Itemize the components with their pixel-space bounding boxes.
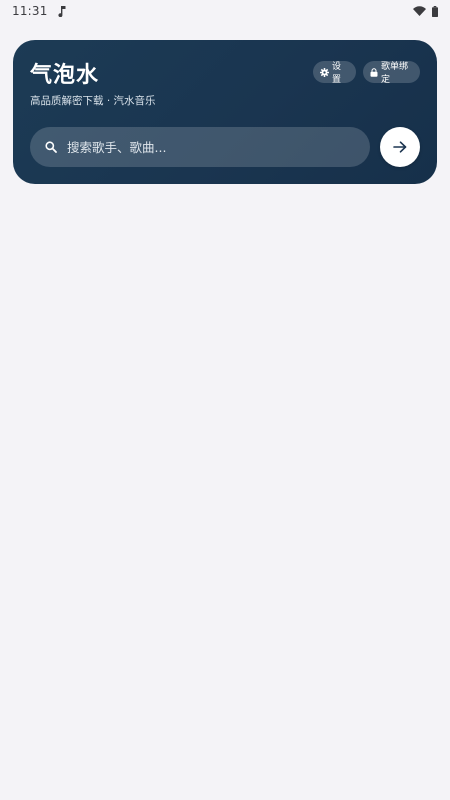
lock-icon bbox=[370, 67, 378, 77]
search-input[interactable] bbox=[67, 132, 347, 162]
arrow-right-icon bbox=[393, 141, 407, 153]
search-icon bbox=[45, 141, 57, 153]
status-time: 11:31 bbox=[12, 4, 48, 18]
search-go-button[interactable] bbox=[380, 127, 420, 167]
status-right bbox=[413, 5, 438, 17]
playlist-bind-label: 歌单绑定 bbox=[381, 62, 409, 85]
search-box[interactable] bbox=[30, 127, 370, 167]
settings-button[interactable]: 设置 bbox=[313, 61, 356, 85]
wifi-icon bbox=[413, 6, 426, 16]
header-card: 气泡水 高品质解密下载 · 汽水音乐 设置 歌单绑定 bbox=[13, 40, 437, 184]
gear-icon bbox=[320, 67, 329, 77]
battery-icon bbox=[432, 5, 438, 17]
status-bar: 11:31 bbox=[0, 0, 450, 22]
app-title: 气泡水 bbox=[30, 63, 100, 88]
music-note-icon bbox=[58, 5, 66, 17]
results-area bbox=[0, 196, 450, 800]
settings-label: 设置 bbox=[332, 62, 342, 85]
playlist-bind-button[interactable]: 歌单绑定 bbox=[363, 61, 420, 85]
app-subtitle: 高品质解密下载 · 汽水音乐 bbox=[30, 95, 156, 107]
status-left: 11:31 bbox=[12, 4, 66, 18]
